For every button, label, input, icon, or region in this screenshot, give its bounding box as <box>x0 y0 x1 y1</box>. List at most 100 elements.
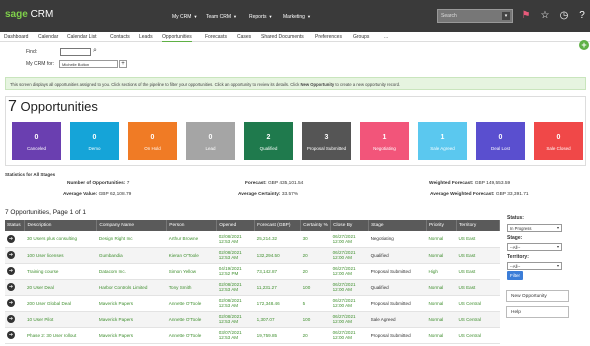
open-record-icon[interactable]: ➔ <box>7 315 15 323</box>
open-record-icon[interactable]: ➔ <box>7 331 15 339</box>
cell-person[interactable]: Annette O'Toole <box>166 295 217 312</box>
tab-calendar[interactable]: Calendar <box>38 34 58 40</box>
cell-company[interactable]: Design Right Inc <box>96 231 167 248</box>
table-row[interactable]: ➔ 30 Users plus consulting Design Right In… <box>5 231 500 248</box>
tab-groups[interactable]: Groups <box>353 34 369 40</box>
tab-calendar-list[interactable]: Calendar List <box>67 34 96 40</box>
col-priority[interactable]: Priority <box>426 220 457 231</box>
tab-opportunities[interactable]: Opportunities <box>162 34 192 42</box>
open-record-icon[interactable]: ➔ <box>7 283 15 291</box>
cell-description[interactable]: 20 User Deal <box>24 279 97 296</box>
tab-preferences[interactable]: Preferences <box>315 34 342 40</box>
new-opportunity-button[interactable]: New Opportunity <box>506 290 569 302</box>
status-filter-select[interactable]: In Progress ▾ <box>507 224 562 232</box>
tab-leads[interactable]: Leads <box>139 34 153 40</box>
open-record-icon[interactable]: ➔ <box>7 267 15 275</box>
col-close-by[interactable]: Close By <box>330 220 370 231</box>
tab-dashboard[interactable]: Dashboard <box>4 34 28 40</box>
table-row[interactable]: ➔ 200 User Global Deal Maverick Papers Anne… <box>5 295 500 312</box>
chevron-down-icon: ▾ <box>556 244 559 249</box>
menu-reports[interactable]: Reports ▼ <box>249 14 272 20</box>
table-row[interactable]: ➔ Training course Datacom Inc. Simon Yellow… <box>5 263 500 280</box>
table-row[interactable]: ➔ 10 User Pilot Maverick Papers Annette O'T… <box>5 311 500 328</box>
sage-crm-logo[interactable]: sage CRM <box>5 9 53 20</box>
menu-team-crm[interactable]: Team CRM ▼ <box>206 14 237 20</box>
cell-company[interactable]: Maverick Papers <box>96 327 167 344</box>
col-status[interactable]: Status <box>5 220 26 231</box>
open-record-icon[interactable]: ➔ <box>7 251 15 259</box>
cell-person[interactable]: Annette O'Toole <box>166 327 217 344</box>
cell-description[interactable]: 10 User Pilot <box>24 311 97 328</box>
table-row[interactable]: ➔ 100 User licenses Gumbandia Kieran O'Tool… <box>5 247 500 264</box>
pipeline-tile-deal-lost[interactable]: 0 Deal Lost <box>476 122 525 160</box>
help-button[interactable]: Help <box>506 306 569 318</box>
table-row[interactable]: ➔ 20 User Deal Harbor Controls Limited Tony… <box>5 279 500 296</box>
tab-forecasts[interactable]: Forecasts <box>205 34 227 40</box>
pipeline-tile-sale-agreed[interactable]: 1 Sale Agreed <box>418 122 467 160</box>
col-person[interactable]: Person <box>166 220 218 231</box>
cell-description[interactable]: 30 Users plus consulting <box>24 231 97 248</box>
cell-company[interactable]: Datacom Inc. <box>96 263 167 280</box>
tab-contacts[interactable]: Contacts <box>110 34 130 40</box>
col-territory[interactable]: Territory <box>456 220 501 231</box>
cell-status[interactable]: ➔ <box>5 279 25 296</box>
cell-company[interactable]: Maverick Papers <box>96 311 167 328</box>
open-record-icon[interactable]: ➔ <box>7 299 15 307</box>
cell-person[interactable]: Kieran O'Toole <box>166 247 217 264</box>
clock-icon[interactable]: ◷ <box>558 10 570 22</box>
tab-shared-documents[interactable]: Shared Documents <box>261 34 304 40</box>
cell-description[interactable]: Phase 2: 30 User rollout <box>24 327 97 344</box>
pipeline-tile-canceled[interactable]: 0 Canceled <box>12 122 61 160</box>
filter-button[interactable]: Filter <box>507 271 523 280</box>
territory-filter-select[interactable]: --All-- ▾ <box>507 262 562 270</box>
col-company-name[interactable]: Company Name <box>96 220 168 231</box>
cell-certainty: 30 <box>300 231 331 248</box>
cell-status[interactable]: ➔ <box>5 231 25 248</box>
cell-description[interactable]: 200 User Global Deal <box>24 295 97 312</box>
col-certainty[interactable]: Certainty % <box>300 220 332 231</box>
star-icon[interactable]: ☆ <box>539 10 551 22</box>
cell-company[interactable]: Maverick Papers <box>96 295 167 312</box>
pipeline-tile-qualified[interactable]: 2 Qualified <box>244 122 293 160</box>
cell-person[interactable]: Simon Yellow <box>166 263 217 280</box>
pipeline-tile-proposal-submitted[interactable]: 3 Proposal Submitted <box>302 122 351 160</box>
pipeline-tile-on-hold[interactable]: 0 On Hold <box>128 122 177 160</box>
find-input[interactable] <box>60 48 91 56</box>
cell-description[interactable]: Training course <box>24 263 97 280</box>
pipeline-tile-demo[interactable]: 0 Demo <box>70 122 119 160</box>
menu-my-crm[interactable]: My CRM ▼ <box>172 14 197 20</box>
col-opened[interactable]: Opened <box>216 220 256 231</box>
cell-status[interactable]: ➔ <box>5 247 25 264</box>
cell-company[interactable]: Harbor Controls Limited <box>96 279 167 296</box>
cell-company[interactable]: Gumbandia <box>96 247 167 264</box>
col-stage[interactable]: Stage <box>368 220 427 231</box>
tab-more[interactable]: ... <box>384 34 388 40</box>
add-button[interactable]: + <box>579 40 589 50</box>
chevron-down-icon[interactable]: ▾ <box>502 12 510 20</box>
stage-filter-select[interactable]: --All-- ▾ <box>507 243 562 251</box>
crm-for-select[interactable]: Michelle Bolton <box>59 60 118 68</box>
table-row[interactable]: ➔ Phase 2: 30 User rollout Maverick Papers… <box>5 327 500 344</box>
col-forecast[interactable]: Forecast (GBP) <box>254 220 302 231</box>
tab-cases[interactable]: Cases <box>237 34 251 40</box>
flag-icon[interactable]: ⚑ <box>520 10 532 22</box>
cell-person[interactable]: Annette O'Toole <box>166 311 217 328</box>
add-user-button[interactable]: + <box>119 60 127 68</box>
pipeline-tile-negotiating[interactable]: 1 Negotiating <box>360 122 409 160</box>
cell-status[interactable]: ➔ <box>5 311 25 328</box>
cell-person[interactable]: Tony Smith <box>166 279 217 296</box>
search-icon[interactable]: ⌕ <box>93 47 97 55</box>
cell-status[interactable]: ➔ <box>5 327 25 344</box>
pipeline-tile-lead[interactable]: 0 Lead <box>186 122 235 160</box>
cell-status[interactable]: ➔ <box>5 295 25 312</box>
cell-description[interactable]: 100 User licenses <box>24 247 97 264</box>
pipeline-tile-sale-closed[interactable]: 0 Sale Closed <box>534 122 583 160</box>
open-record-icon[interactable]: ➔ <box>7 234 15 243</box>
search-input[interactable]: Search ▾ <box>437 9 513 23</box>
menu-marketing[interactable]: Marketing ▼ <box>283 14 311 20</box>
help-icon[interactable]: ? <box>576 10 588 22</box>
cell-person[interactable]: Arthur Browne <box>166 231 217 248</box>
col-description[interactable]: Description <box>24 220 98 231</box>
cell-opened: 04/19/2021 12:52 PM <box>216 263 255 280</box>
cell-status[interactable]: ➔ <box>5 263 25 280</box>
